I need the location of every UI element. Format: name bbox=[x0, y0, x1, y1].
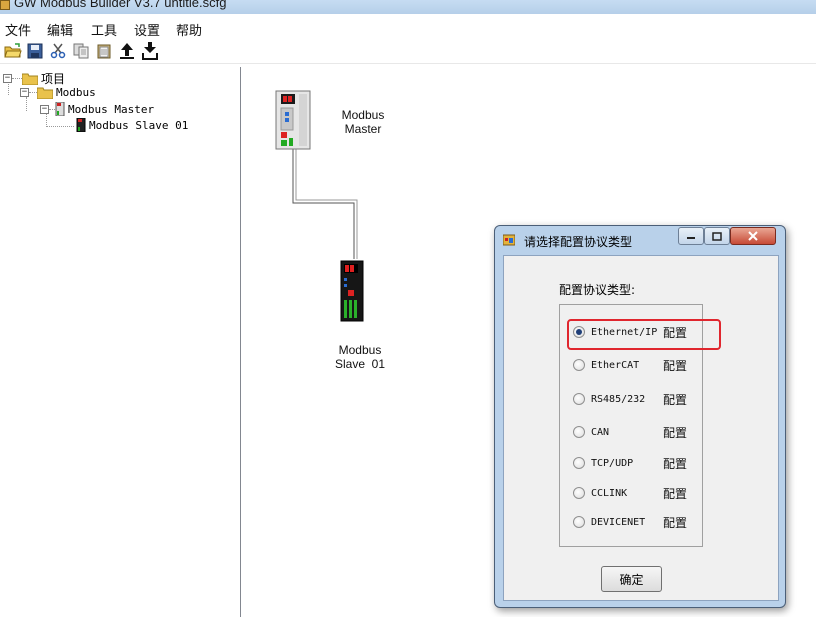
collapse-icon[interactable]: − bbox=[3, 74, 12, 83]
slave-label-line2: Slave 01 bbox=[334, 357, 386, 371]
radio-suffix: 配置 bbox=[663, 456, 688, 471]
menu-bar: 文件 编辑 工具 设置 帮助 bbox=[0, 14, 816, 39]
radio-can[interactable]: CAN 配置 bbox=[573, 424, 687, 440]
master-label-line2: Master bbox=[344, 122, 382, 136]
radio-ethernet-ip[interactable]: Ethernet/IP 配置 bbox=[567, 319, 721, 350]
tree-node-master[interactable]: − Modbus Master bbox=[40, 102, 154, 116]
tree-label-slave: Modbus Slave 01 bbox=[89, 118, 189, 132]
radio-label: CCLINK bbox=[591, 487, 628, 499]
copy-icon[interactable] bbox=[70, 41, 92, 61]
master-device-icon[interactable] bbox=[275, 90, 311, 150]
radio-label: CAN bbox=[591, 426, 610, 438]
radio-suffix: 配置 bbox=[663, 515, 688, 530]
menu-tools[interactable]: 工具 bbox=[91, 20, 117, 39]
radio-suffix: 配置 bbox=[663, 392, 688, 407]
menu-edit[interactable]: 编辑 bbox=[47, 20, 73, 39]
radio-button[interactable] bbox=[573, 487, 585, 499]
radio-label: TCP/UDP bbox=[591, 457, 634, 469]
radio-button[interactable] bbox=[573, 457, 585, 469]
tree-label-modbus: Modbus bbox=[56, 86, 96, 99]
dialog-body: 配置协议类型: Ethernet/IP 配置 EtherCAT 配置 RS485… bbox=[503, 255, 779, 601]
close-button[interactable] bbox=[730, 227, 776, 245]
protocol-group-label: 配置协议类型: bbox=[559, 283, 636, 297]
maximize-icon bbox=[712, 231, 722, 241]
tree-label-project: 项目 bbox=[41, 72, 66, 86]
upload-icon[interactable] bbox=[116, 41, 138, 61]
close-icon bbox=[748, 231, 758, 241]
radio-ethercat[interactable]: EtherCAT 配置 bbox=[573, 357, 687, 373]
radio-label: DEVICENET bbox=[591, 516, 646, 528]
window-title: GW Modbus Builder V3.7 untitle.scfg bbox=[14, 0, 227, 10]
radio-rs485-232[interactable]: RS485/232 配置 bbox=[573, 391, 687, 407]
folder-icon bbox=[22, 73, 38, 85]
radio-suffix: 配置 bbox=[663, 358, 688, 373]
maximize-button[interactable] bbox=[704, 227, 730, 245]
ok-button[interactable]: 确定 bbox=[601, 566, 662, 592]
radio-cclink[interactable]: CCLINK 配置 bbox=[573, 485, 687, 501]
radio-label: RS485/232 bbox=[591, 393, 646, 405]
window-titlebar: GW Modbus Builder V3.7 untitle.scfg bbox=[0, 0, 816, 14]
tree-node-modbus[interactable]: − Modbus bbox=[20, 86, 96, 99]
app-icon bbox=[0, 0, 10, 10]
cut-icon[interactable] bbox=[47, 41, 69, 61]
dialog-title: 请选择配置协议类型 bbox=[524, 235, 633, 249]
tree-node-project[interactable]: − 项目 bbox=[3, 70, 65, 87]
radio-suffix: 配置 bbox=[663, 425, 688, 440]
radio-button[interactable] bbox=[573, 393, 585, 405]
protocol-groupbox: Ethernet/IP 配置 EtherCAT 配置 RS485/232 配置 … bbox=[559, 304, 721, 547]
dialog-app-icon bbox=[503, 234, 515, 246]
minimize-button[interactable] bbox=[678, 227, 704, 245]
minimize-icon bbox=[687, 237, 695, 239]
slave-device-icon bbox=[76, 118, 86, 132]
master-label-line1: Modbus bbox=[341, 108, 385, 122]
toolbar bbox=[0, 39, 816, 64]
menu-settings[interactable]: 设置 bbox=[134, 20, 160, 39]
radio-tcp-udp[interactable]: TCP/UDP 配置 bbox=[573, 455, 687, 471]
menu-help[interactable]: 帮助 bbox=[176, 20, 202, 39]
master-label: Modbus Master bbox=[338, 108, 388, 136]
highlight-box bbox=[567, 319, 721, 350]
radio-label: EtherCAT bbox=[591, 359, 640, 371]
radio-devicenet[interactable]: DEVICENET 配置 bbox=[573, 514, 687, 530]
tree-label-master: Modbus Master bbox=[68, 102, 155, 116]
slave-device-icon[interactable] bbox=[340, 260, 364, 322]
radio-suffix: 配置 bbox=[663, 486, 688, 501]
radio-button-checked[interactable] bbox=[573, 326, 585, 338]
slave-label-line1: Modbus bbox=[338, 343, 382, 357]
radio-button[interactable] bbox=[573, 426, 585, 438]
project-tree: − 项目 − Modbus − Modbus Master Modbus Sla… bbox=[0, 67, 241, 617]
collapse-icon[interactable]: − bbox=[40, 104, 49, 114]
master-device-icon bbox=[55, 102, 65, 116]
open-folder-icon[interactable] bbox=[2, 41, 24, 61]
collapse-icon[interactable]: − bbox=[20, 88, 29, 97]
radio-button[interactable] bbox=[573, 516, 585, 528]
slave-label: Modbus Slave 01 bbox=[330, 343, 390, 371]
dialog-titlebar[interactable]: 请选择配置协议类型 bbox=[495, 226, 785, 254]
folder-icon bbox=[37, 87, 53, 99]
download-icon[interactable] bbox=[139, 41, 161, 61]
paste-icon[interactable] bbox=[93, 41, 115, 61]
protocol-dialog: 请选择配置协议类型 配置协议类型: Ethernet/IP 配置 EtherCA… bbox=[494, 225, 786, 608]
menu-file[interactable]: 文件 bbox=[5, 20, 31, 39]
save-icon[interactable] bbox=[24, 41, 46, 61]
radio-button[interactable] bbox=[573, 359, 585, 371]
tree-node-slave[interactable]: Modbus Slave 01 bbox=[76, 118, 188, 132]
